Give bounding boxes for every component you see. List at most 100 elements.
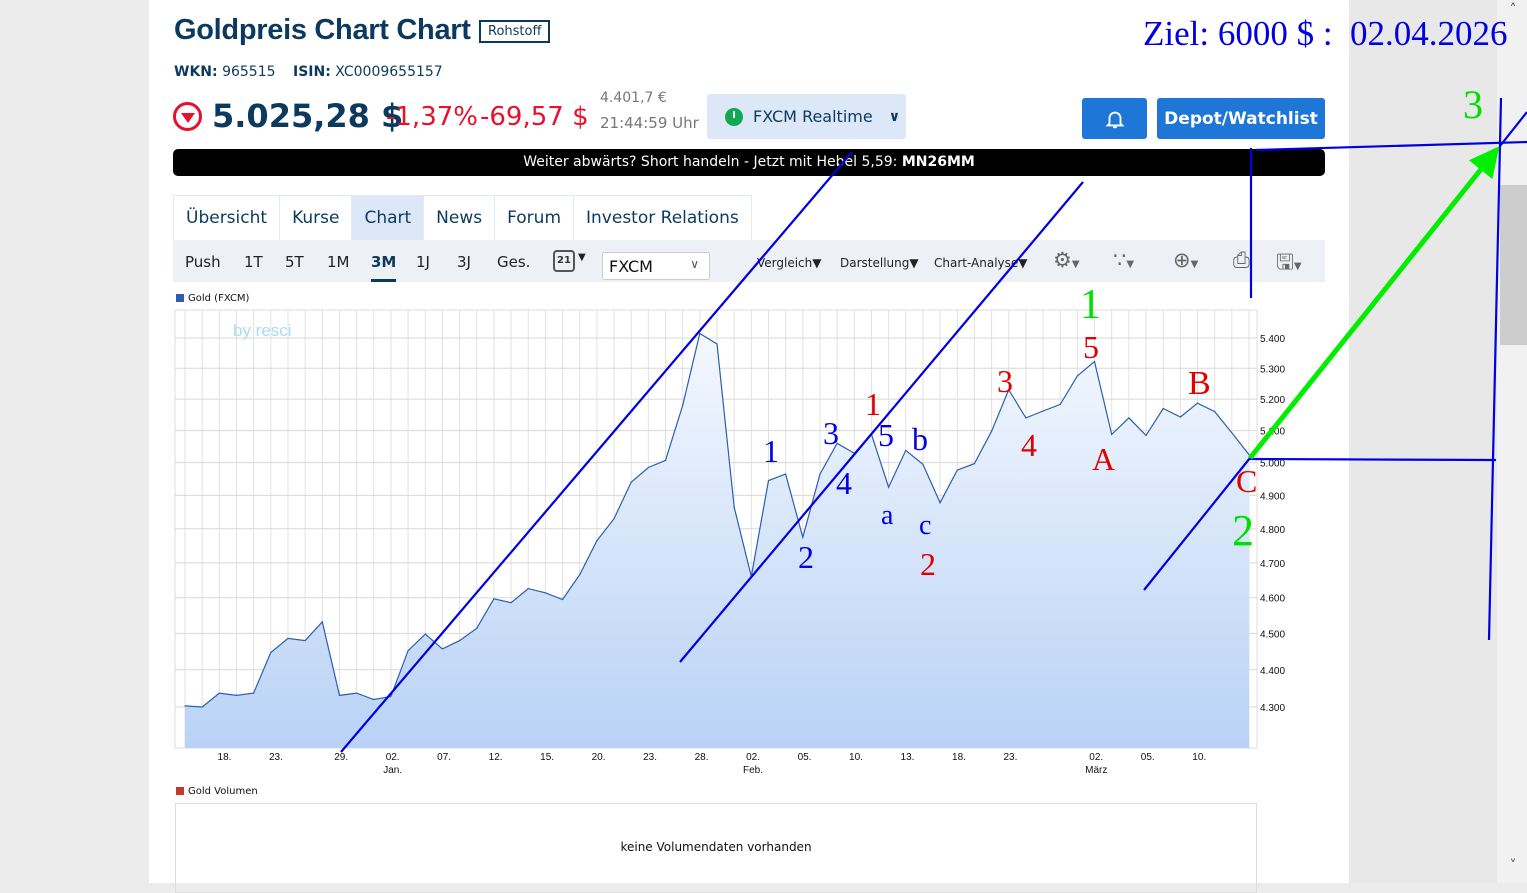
x-tick-label: 02. (386, 752, 400, 763)
x-tick-month: Feb. (743, 765, 763, 776)
data-point (767, 479, 770, 482)
x-tick-label: 23. (1004, 752, 1018, 763)
x-tick-label: 10. (849, 752, 863, 763)
data-point (1059, 403, 1061, 406)
volume-empty-text: keine Volumendaten vorhanden (620, 840, 812, 854)
x-tick-label: 18. (952, 752, 966, 763)
data-point (853, 452, 855, 454)
price-chart[interactable]: 5.400 5.300 5.200 5.100 5.000 4.900 4.800 4.700… (0, 0, 1527, 883)
x-tick-label: 28. (695, 752, 709, 763)
data-point (888, 486, 890, 488)
y-tick-label: 5.100 (1260, 427, 1285, 438)
x-tick-label: 20. (592, 752, 606, 763)
data-point (1128, 417, 1130, 419)
y-tick-label: 4.400 (1260, 666, 1285, 677)
data-point (476, 627, 478, 629)
data-point (750, 575, 752, 578)
data-point (870, 433, 873, 436)
volume-chart: keine Volumendaten vorhanden (175, 803, 1257, 893)
data-point (1025, 417, 1027, 419)
data-point (716, 343, 718, 345)
x-tick-label: 23. (643, 752, 657, 763)
data-point (544, 592, 546, 594)
x-tick-label: 13. (901, 752, 915, 763)
data-point (785, 473, 787, 475)
x-tick-month: März (1085, 765, 1107, 776)
y-tick-label: 5.200 (1260, 395, 1285, 406)
y-tick-label: 5.400 (1260, 334, 1285, 345)
data-point (304, 639, 306, 642)
data-point (510, 602, 512, 604)
x-tick-label: 02. (746, 752, 760, 763)
data-point (1248, 453, 1250, 456)
x-tick-label: 29. (334, 752, 348, 763)
data-point (647, 466, 649, 469)
x-tick-label: 12. (489, 752, 503, 763)
data-point (939, 502, 941, 504)
data-point (819, 473, 821, 475)
data-point (973, 463, 976, 465)
x-tick-label: 23. (269, 752, 283, 763)
data-point (1093, 360, 1096, 363)
data-point (424, 633, 426, 635)
data-point (407, 650, 409, 652)
data-point (184, 705, 186, 707)
data-point (1008, 389, 1010, 391)
data-point (270, 651, 272, 654)
data-point (373, 698, 375, 701)
x-tick-label: 05. (1141, 752, 1155, 763)
data-point (1162, 407, 1164, 410)
data-point (493, 598, 495, 600)
data-point (664, 459, 667, 462)
y-tick-label: 5.300 (1260, 364, 1285, 375)
volume-legend-label: Gold Volumen (188, 786, 258, 797)
watermark: by resci (233, 321, 292, 340)
data-point (1196, 402, 1199, 404)
data-point (287, 637, 289, 640)
x-tick-label: 10. (1192, 752, 1206, 763)
data-point (527, 588, 529, 590)
x-tick-label: 18. (218, 752, 232, 763)
data-point (390, 695, 392, 698)
data-point (699, 332, 701, 335)
data-point (596, 540, 598, 542)
data-point (802, 536, 804, 538)
data-point (682, 404, 684, 406)
x-tick-month: Jan. (383, 765, 402, 776)
x-tick-label: 07. (437, 752, 451, 763)
y-tick-label: 4.700 (1260, 559, 1285, 570)
data-point (1076, 375, 1078, 377)
y-tick-label: 4.500 (1260, 629, 1285, 640)
data-point (836, 442, 838, 444)
data-point (1111, 433, 1113, 436)
data-point (253, 692, 255, 694)
data-point (1231, 432, 1233, 434)
x-tick-label: 15. (540, 752, 554, 763)
data-point (733, 506, 735, 508)
data-point (356, 692, 358, 694)
x-tick-label: 02. (1089, 752, 1103, 763)
data-point (218, 692, 220, 694)
data-point (1042, 410, 1044, 412)
data-point (630, 481, 632, 483)
data-point (235, 694, 238, 696)
data-point (338, 694, 341, 696)
y-tick-label: 4.900 (1260, 491, 1285, 502)
x-tick-label: 05. (798, 752, 812, 763)
data-point (441, 648, 444, 650)
data-point (922, 463, 924, 465)
volume-legend: Gold Volumen (176, 786, 258, 797)
y-tick-label: 5.000 (1260, 459, 1285, 470)
data-point (1145, 434, 1147, 436)
data-point (956, 469, 958, 471)
data-point (579, 574, 581, 576)
data-point (321, 621, 323, 623)
data-point (458, 639, 461, 642)
data-point (1214, 411, 1216, 413)
y-tick-label: 4.600 (1260, 594, 1285, 605)
y-tick-label: 4.300 (1260, 703, 1285, 714)
data-point (1179, 416, 1181, 418)
data-point (201, 706, 203, 708)
data-point (561, 598, 564, 601)
data-point (990, 430, 993, 432)
